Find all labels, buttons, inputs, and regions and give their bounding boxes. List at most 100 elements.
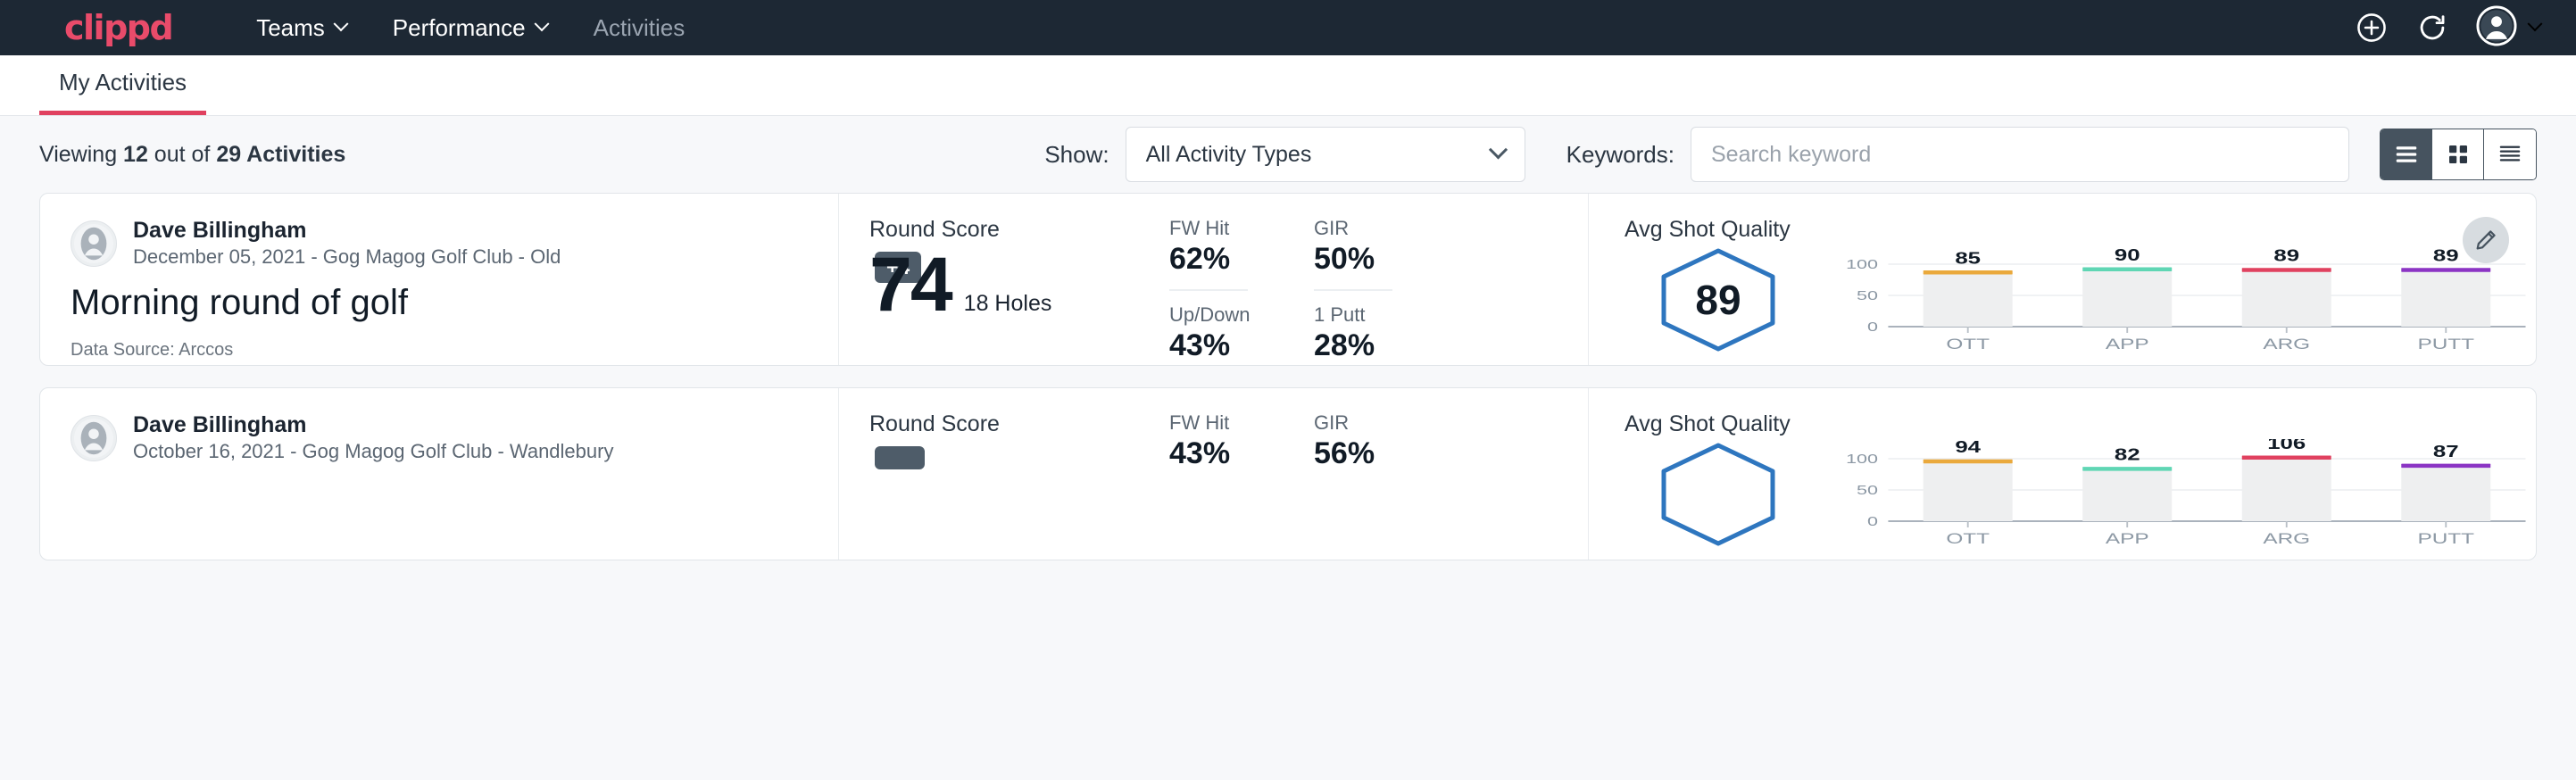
svg-text:50: 50 xyxy=(1857,287,1878,303)
activity-date-venue: October 16, 2021 - Gog Magog Golf Club -… xyxy=(133,439,613,465)
stat-value: 56% xyxy=(1314,436,1392,471)
activity-date-venue: December 05, 2021 - Gog Magog Golf Club … xyxy=(133,245,561,270)
round-score-value-row xyxy=(869,443,1169,469)
svg-text:50: 50 xyxy=(1857,482,1878,497)
svg-text:0: 0 xyxy=(1867,513,1878,528)
brand-logo[interactable]: clippd xyxy=(64,11,172,45)
stat-value: 50% xyxy=(1314,242,1392,277)
show-label: Show: xyxy=(1044,141,1109,169)
stat-fw-hit: FW Hit 43% xyxy=(1169,411,1248,478)
activity-summary: Dave Billingham December 05, 2021 - Gog … xyxy=(40,194,839,365)
author-name: Dave Billingham xyxy=(133,217,561,245)
nav-item-performance[interactable]: Performance xyxy=(370,14,570,42)
avatar xyxy=(71,220,117,267)
avg-shot-quality-body: 89 05010085OTT90APP89ARG89PUTT xyxy=(1625,245,2536,358)
nav-item-teams[interactable]: Teams xyxy=(233,14,370,42)
author-name: Dave Billingham xyxy=(133,411,613,439)
activity-card[interactable]: Dave Billingham December 05, 2021 - Gog … xyxy=(39,193,2537,366)
refresh-icon[interactable] xyxy=(2415,11,2449,45)
list-view-button[interactable] xyxy=(2381,129,2432,179)
svg-text:89: 89 xyxy=(2273,247,2299,265)
account-avatar-icon xyxy=(2476,5,2517,51)
avg-shot-quality-body: 05010094OTT82APP106ARG87PUTT xyxy=(1625,439,2536,552)
score-to-par-badge xyxy=(875,446,925,469)
account-menu[interactable] xyxy=(2476,5,2540,51)
stat-value: 43% xyxy=(1169,436,1248,471)
activity-summary: Dave Billingham October 16, 2021 - Gog M… xyxy=(40,388,839,560)
chevron-down-icon xyxy=(1489,140,1508,159)
avg-shot-quality-value: 89 xyxy=(1659,248,1777,352)
activity-author: Dave Billingham December 05, 2021 - Gog … xyxy=(71,217,808,270)
activity-type-select[interactable]: All Activity Types xyxy=(1126,127,1525,182)
tab-strip: My Activities xyxy=(0,55,2576,116)
svg-text:PUTT: PUTT xyxy=(2417,530,2474,547)
filter-controls: Show: All Activity Types Keywords: xyxy=(1044,127,2537,182)
avg-shot-quality-label: Avg Shot Quality xyxy=(1625,411,2536,437)
activity-type-selected-value: All Activity Types xyxy=(1146,142,1312,168)
viewing-total: 29 xyxy=(216,142,241,167)
activity-list: Dave Billingham December 05, 2021 - Gog … xyxy=(0,193,2576,560)
nav-item-label: Performance xyxy=(393,14,526,42)
svg-text:94: 94 xyxy=(1955,439,1981,456)
activity-data-source: Data Source: Arccos xyxy=(71,340,808,361)
svg-text:ARG: ARG xyxy=(2263,336,2310,353)
svg-text:APP: APP xyxy=(2106,336,2149,353)
round-score-section: Round Score xyxy=(839,388,1169,560)
svg-text:82: 82 xyxy=(2115,445,2140,463)
shot-quality-bar-chart: 05010094OTT82APP106ARG87PUTT xyxy=(1812,439,2536,552)
activity-title: Morning round of golf xyxy=(71,283,808,322)
stat-one-putt: 1 Putt 28% xyxy=(1314,303,1392,370)
stat-label: GIR xyxy=(1314,411,1392,435)
stat-label: GIR xyxy=(1314,217,1392,240)
navbar-actions xyxy=(2355,5,2540,51)
round-score-number-row: 74 18 Holes xyxy=(869,249,1169,322)
svg-text:89: 89 xyxy=(2433,247,2459,265)
svg-text:87: 87 xyxy=(2433,443,2459,461)
nav-item-label: Teams xyxy=(256,14,325,42)
plus-circle-icon[interactable] xyxy=(2355,11,2389,45)
svg-text:PUTT: PUTT xyxy=(2417,336,2474,353)
round-score-section: Round Score +4 74 18 Holes xyxy=(839,194,1169,365)
avg-shot-quality-section: Avg Shot Quality 89 05010085OTT90APP89AR… xyxy=(1589,194,2536,365)
top-navbar: clippd Teams Performance Activities xyxy=(0,0,2576,55)
keywords-label: Keywords: xyxy=(1566,141,1674,169)
round-score-number: 74 xyxy=(869,249,951,322)
nav-item-label: Activities xyxy=(594,14,686,42)
stat-value: 28% xyxy=(1314,328,1392,363)
detail-view-button[interactable] xyxy=(2484,129,2536,179)
viewing-suffix: Activities xyxy=(241,142,345,167)
viewing-middle: out of xyxy=(148,142,216,167)
svg-text:100: 100 xyxy=(1846,256,1878,271)
holes-count: 18 Holes xyxy=(964,291,1052,322)
grid-view-button[interactable] xyxy=(2432,129,2484,179)
shot-quality-bar-chart: 05010085OTT90APP89ARG89PUTT xyxy=(1812,245,2536,358)
avg-shot-quality-section: Avg Shot Quality 05010094OTT82APP106ARG8… xyxy=(1589,388,2536,560)
stat-gir: GIR 56% xyxy=(1314,411,1392,478)
chevron-down-icon xyxy=(2528,16,2543,31)
svg-text:OTT: OTT xyxy=(1946,530,1990,547)
activity-card[interactable]: Dave Billingham October 16, 2021 - Gog M… xyxy=(39,387,2537,560)
stat-gir: GIR 50% xyxy=(1314,217,1392,291)
round-score-label: Round Score xyxy=(869,217,1169,243)
filter-bar: Viewing 12 out of 29 Activities Show: Al… xyxy=(0,116,2576,193)
main-nav: Teams Performance Activities xyxy=(233,14,708,42)
edit-activity-button[interactable] xyxy=(2463,217,2509,263)
chevron-down-icon xyxy=(333,16,348,31)
avg-shot-quality-hexagon: 89 xyxy=(1625,245,1812,352)
svg-text:100: 100 xyxy=(1846,451,1878,466)
avatar xyxy=(71,415,117,461)
nav-item-activities[interactable]: Activities xyxy=(570,14,709,42)
stat-value: 62% xyxy=(1169,242,1248,277)
search-input[interactable] xyxy=(1691,127,2349,182)
svg-text:0: 0 xyxy=(1867,319,1878,334)
stat-fw-hit: FW Hit 62% xyxy=(1169,217,1248,291)
viewing-count: 12 xyxy=(123,142,148,167)
view-mode-toggle xyxy=(2380,129,2537,180)
stat-label: Up/Down xyxy=(1169,303,1248,327)
svg-text:ARG: ARG xyxy=(2263,530,2310,547)
stat-up-down: Up/Down 43% xyxy=(1169,303,1248,370)
viewing-prefix: Viewing xyxy=(39,142,123,167)
round-stats: FW Hit 43% GIR 56% xyxy=(1169,388,1589,560)
tab-my-activities[interactable]: My Activities xyxy=(39,69,206,115)
svg-text:90: 90 xyxy=(2115,246,2140,264)
